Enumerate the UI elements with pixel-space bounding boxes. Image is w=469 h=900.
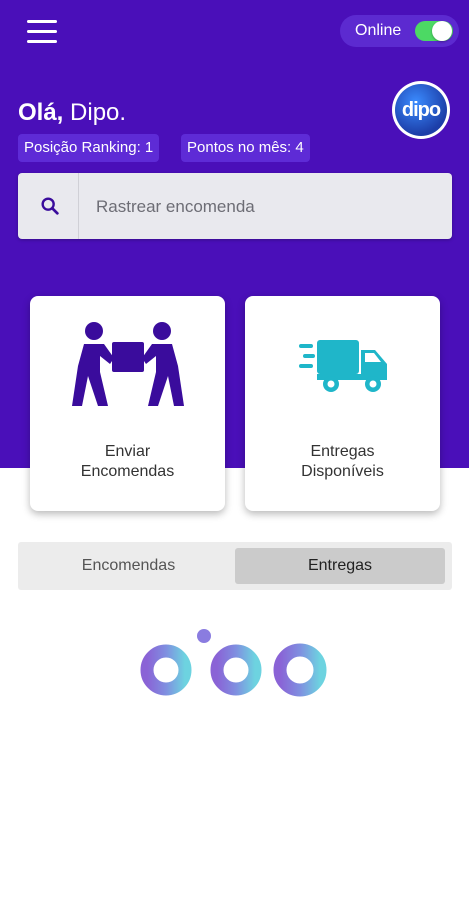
greeting-prefix: Olá, xyxy=(18,99,64,126)
search-divider xyxy=(78,173,79,239)
online-switch[interactable] xyxy=(415,21,453,41)
greeting: Olá, Dipo. xyxy=(18,99,126,127)
hamburger-menu-icon[interactable] xyxy=(27,20,57,44)
available-deliveries-label: Entregas Disponíveis xyxy=(301,443,384,480)
online-status-toggle[interactable]: Online xyxy=(340,15,459,47)
switch-knob xyxy=(432,21,452,41)
user-name: Dipo. xyxy=(70,99,127,126)
send-packages-label: Enviar Encomendas xyxy=(80,443,175,480)
tab-entregas[interactable]: Entregas xyxy=(235,548,445,584)
track-order-input[interactable] xyxy=(94,191,438,223)
avatar[interactable]: dipo xyxy=(392,81,450,139)
people-carrying-box-icon xyxy=(72,322,184,406)
tab-encomendas[interactable]: Encomendas xyxy=(22,548,235,584)
available-deliveries-card[interactable]: Entregas Disponíveis xyxy=(245,296,440,511)
fast-delivery-truck-icon xyxy=(299,340,387,392)
ranking-chip: Posição Ranking: 1 xyxy=(18,134,160,162)
dipo-logo xyxy=(140,629,327,712)
avatar-logo: dipo xyxy=(395,84,447,136)
track-search-bar[interactable] xyxy=(18,173,452,239)
search-icon[interactable] xyxy=(39,195,61,217)
segmented-tabs: Encomendas Entregas xyxy=(18,542,452,590)
points-chip: Pontos no mês: 4 xyxy=(181,134,310,162)
online-label: Online xyxy=(355,22,402,39)
send-packages-card[interactable]: Enviar Encomendas xyxy=(30,296,225,511)
